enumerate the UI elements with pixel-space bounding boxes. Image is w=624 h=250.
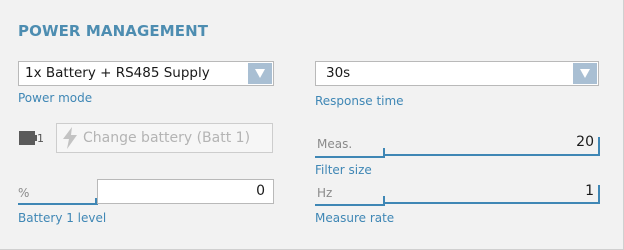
- response-time-dropdown-button[interactable]: [573, 63, 597, 84]
- section-title: POWER MANAGEMENT: [18, 22, 209, 40]
- chevron-down-icon: [255, 69, 265, 78]
- filter-size-caption: Filter size: [315, 163, 372, 177]
- measure-rate-field[interactable]: 1: [390, 180, 596, 205]
- change-battery-button[interactable]: Change battery (Batt 1): [56, 123, 273, 153]
- battery-level-caption: Battery 1 level: [18, 211, 107, 225]
- power-mode-dropdown-button[interactable]: [248, 63, 272, 84]
- response-time-caption: Response time: [315, 94, 404, 108]
- response-time-value: 30s: [326, 65, 351, 81]
- battery-level-field[interactable]: 0: [97, 179, 274, 204]
- chevron-down-icon: [580, 69, 590, 78]
- power-mode-dropdown[interactable]: 1x Battery + RS485 Supply: [18, 61, 274, 86]
- power-mode-value: 1x Battery + RS485 Supply: [25, 65, 210, 81]
- measure-rate-value: 1: [585, 183, 594, 199]
- filter-size-field[interactable]: 20: [390, 131, 596, 156]
- power-mode-caption: Power mode: [18, 91, 93, 105]
- measure-rate-caption: Measure rate: [315, 211, 395, 225]
- power-management-panel: POWER MANAGEMENT 1x Battery + RS485 Supp…: [0, 0, 624, 250]
- change-battery-label: Change battery (Batt 1): [83, 130, 251, 146]
- battery-index: 1: [37, 132, 44, 145]
- battery-level-bracket: [18, 198, 98, 205]
- battery-level-value: 0: [256, 183, 265, 199]
- response-time-dropdown[interactable]: 30s: [315, 61, 599, 86]
- lightning-bolt-icon: [63, 127, 77, 149]
- battery-icon: [19, 131, 37, 145]
- filter-size-value: 20: [576, 134, 594, 150]
